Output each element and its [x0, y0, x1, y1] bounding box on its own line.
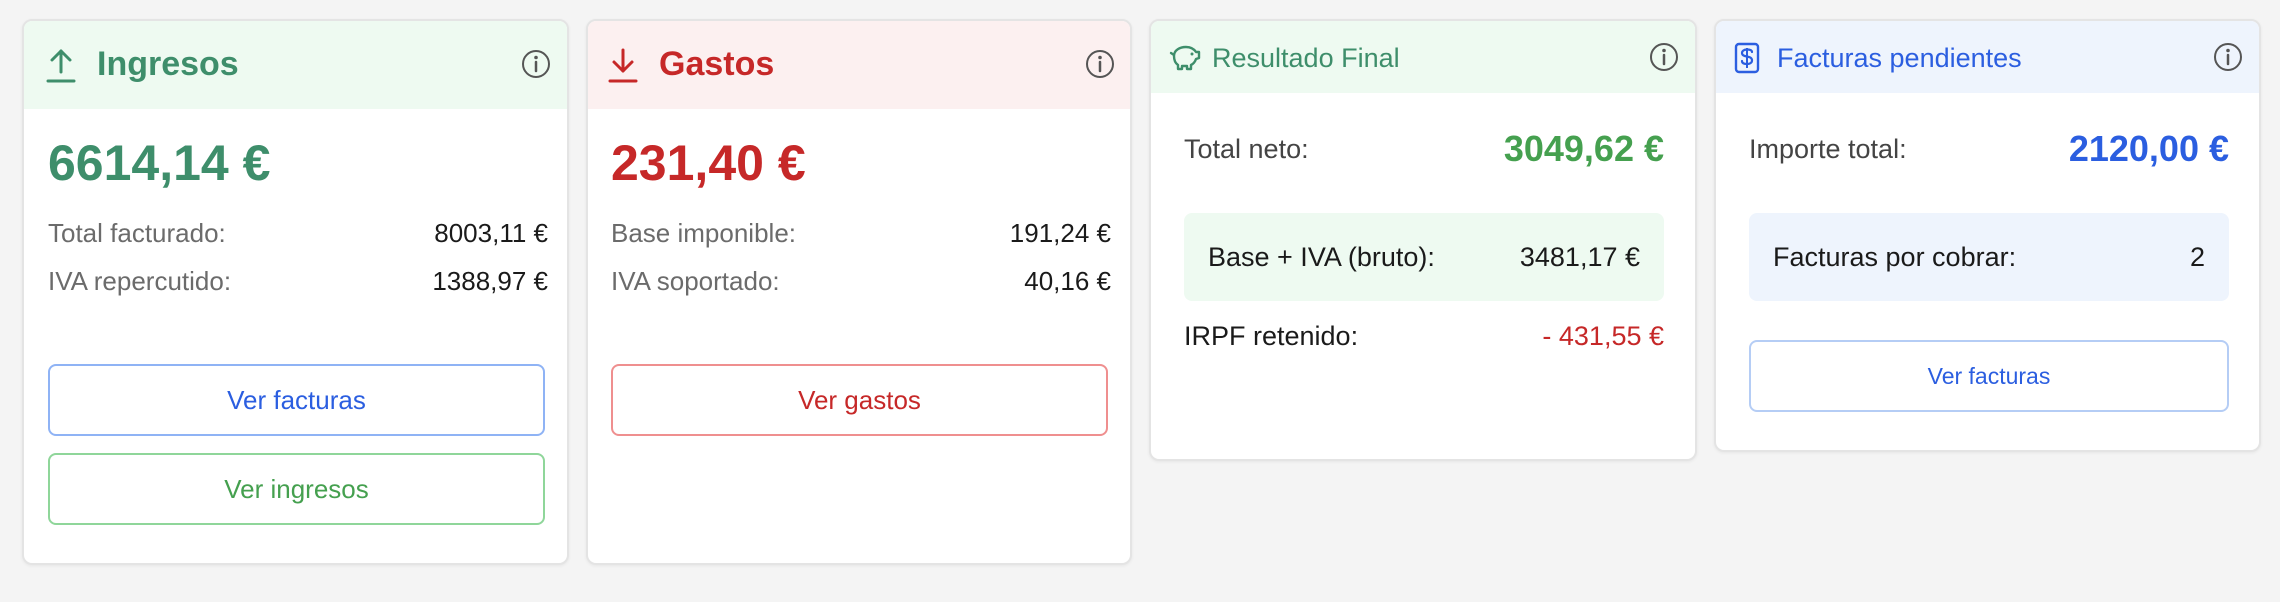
pendientes-title: Facturas pendientes	[1777, 43, 2022, 73]
info-icon[interactable]	[1084, 48, 1116, 80]
gastos-header: Gastos	[588, 21, 1130, 109]
ver-facturas-pendientes-button[interactable]: Ver facturas	[1749, 340, 2229, 412]
importe-total-row: Importe total: 2120,00 €	[1749, 128, 2229, 170]
cobrar-value: 2	[2189, 241, 2205, 272]
row-label: IVA soportado:	[611, 266, 780, 296]
cobrar-label: Facturas por cobrar:	[1773, 241, 2017, 272]
row-label: Total facturado:	[48, 218, 226, 248]
gastos-amount: 231,40 €	[611, 135, 806, 191]
ver-ingresos-button[interactable]: Ver ingresos	[48, 453, 545, 525]
bruto-value: 3481,17 €	[1519, 241, 1640, 272]
ingresos-header: Ingresos	[24, 21, 567, 109]
gastos-card: Gastos 231,40 € Base imponible: 191,24 €…	[586, 19, 1132, 565]
row-label: IVA repercutido:	[48, 266, 232, 296]
ingresos-row-iva-repercutido: IVA repercutido: 1388,97 €	[48, 266, 548, 297]
bruto-label: Base + IVA (bruto):	[1208, 241, 1435, 272]
gastos-title: Gastos	[659, 45, 775, 83]
row-value: 40,16 €	[1024, 266, 1111, 296]
ver-facturas-button[interactable]: Ver facturas	[48, 364, 545, 436]
resultado-title: Resultado Final	[1212, 43, 1400, 73]
info-icon[interactable]	[520, 48, 552, 80]
irpf-value: - 431,55 €	[1542, 321, 1664, 351]
row-value: 8003,11 €	[434, 218, 548, 248]
ingresos-card: Ingresos 6614,14 € Total facturado: 8003…	[22, 19, 569, 565]
ingresos-amount: 6614,14 €	[48, 135, 271, 191]
pendientes-header: Facturas pendientes	[1716, 21, 2259, 93]
resultado-final-card: Resultado Final Total neto: 3049,62 € Ba…	[1149, 19, 1697, 461]
irpf-row: IRPF retenido: - 431,55 €	[1184, 321, 1664, 352]
row-label: Base imponible:	[611, 218, 796, 248]
row-value: 1388,97 €	[432, 266, 548, 296]
upload-icon	[44, 46, 78, 84]
piggy-bank-icon	[1169, 43, 1201, 71]
invoice-dollar-icon	[1734, 42, 1760, 74]
facturas-pendientes-card: Facturas pendientes Importe total: 2120,…	[1714, 19, 2261, 452]
ver-gastos-button[interactable]: Ver gastos	[611, 364, 1108, 436]
ingresos-row-total-facturado: Total facturado: 8003,11 €	[48, 218, 548, 249]
gastos-row-iva-soportado: IVA soportado: 40,16 €	[611, 266, 1111, 297]
bruto-box: Base + IVA (bruto): 3481,17 €	[1184, 213, 1664, 301]
row-value: 191,24 €	[1009, 218, 1111, 248]
resultado-total-neto-row: Total neto: 3049,62 €	[1184, 128, 1664, 170]
download-icon	[606, 46, 640, 84]
importe-total-label: Importe total:	[1749, 133, 1907, 164]
info-icon[interactable]	[1648, 41, 1680, 73]
resultado-header: Resultado Final	[1151, 21, 1695, 93]
importe-total-value: 2120,00 €	[2068, 128, 2229, 169]
irpf-label: IRPF retenido:	[1184, 321, 1359, 351]
info-icon[interactable]	[2212, 41, 2244, 73]
total-neto-value: 3049,62 €	[1503, 128, 1664, 169]
gastos-row-base-imponible: Base imponible: 191,24 €	[611, 218, 1111, 249]
cobrar-box: Facturas por cobrar: 2	[1749, 213, 2229, 301]
total-neto-label: Total neto:	[1184, 133, 1309, 164]
ingresos-title: Ingresos	[97, 45, 239, 83]
